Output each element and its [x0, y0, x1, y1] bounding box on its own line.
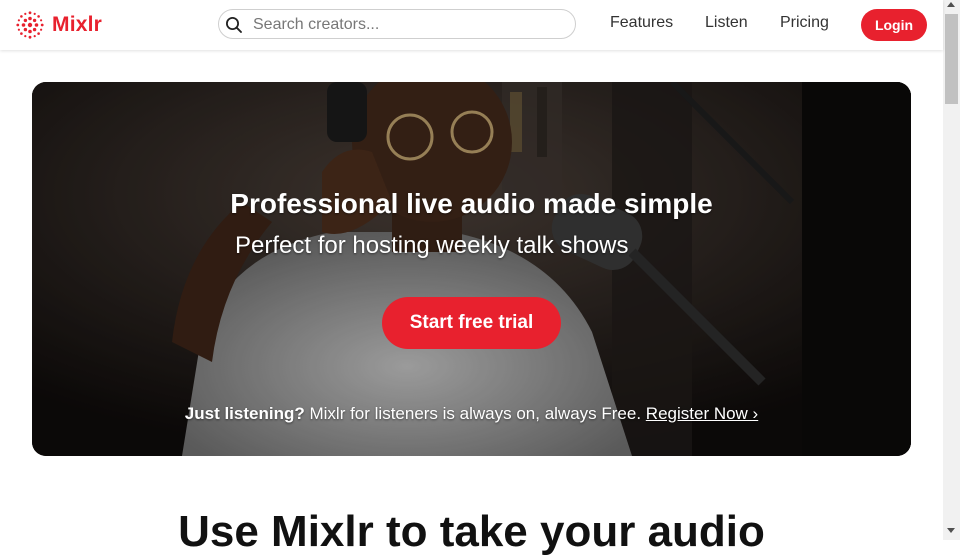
- start-free-trial-button[interactable]: Start free trial: [382, 297, 561, 349]
- nav-listen-link[interactable]: Listen: [705, 14, 748, 32]
- scroll-down-arrow-icon[interactable]: [947, 528, 955, 533]
- listeners-text: Mixlr for listeners is always on, always…: [304, 404, 646, 423]
- search-box[interactable]: [218, 9, 576, 39]
- hero-banner: Professional live audio made simple Perf…: [32, 82, 911, 456]
- listeners-promo: Just listening? Mixlr for listeners is a…: [32, 404, 911, 424]
- hero-dark-overlay: [32, 82, 911, 456]
- register-now-link[interactable]: Register Now ›: [646, 404, 758, 423]
- hero-title: Professional live audio made simple: [230, 188, 713, 219]
- search-input[interactable]: [251, 12, 571, 38]
- mixlr-logo-icon: [16, 11, 44, 39]
- hero-subtitle: Perfect for hosting weekly talk shows: [235, 232, 629, 259]
- nav-pricing-link[interactable]: Pricing: [780, 14, 829, 32]
- scrollbar-thumb[interactable]: [945, 14, 958, 104]
- top-navbar: Mixlr Features Listen Pricing Login: [0, 0, 943, 50]
- page-scrollbar[interactable]: [943, 0, 960, 540]
- listeners-lead: Just listening?: [184, 404, 305, 423]
- nav-features-link[interactable]: Features: [610, 14, 673, 32]
- logo-text: Mixlr: [52, 13, 103, 36]
- scroll-up-arrow-icon[interactable]: [947, 2, 955, 7]
- mixlr-logo-link[interactable]: Mixlr: [16, 11, 102, 39]
- search-icon: [226, 17, 242, 33]
- section-heading: Use Mixlr to take your audio: [178, 507, 765, 556]
- login-button[interactable]: Login: [861, 9, 927, 41]
